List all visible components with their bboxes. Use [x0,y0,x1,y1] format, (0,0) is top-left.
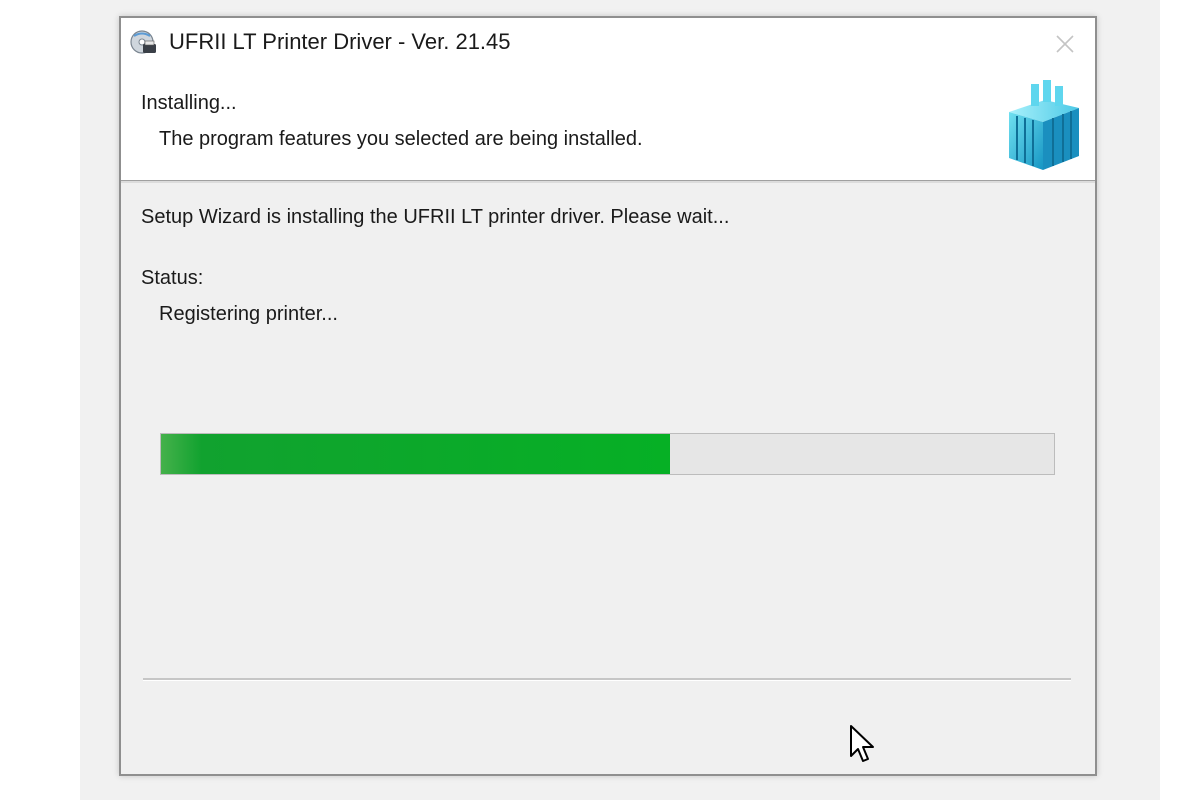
printer-cd-icon [128,27,158,57]
footer-separator [143,678,1071,681]
mouse-cursor-icon [848,724,876,766]
installer-dialog: UFRII LT Printer Driver - Ver. 21.45 Ins… [119,16,1097,776]
status-value: Registering printer... [159,303,338,325]
progress-bar [160,433,1055,475]
window-title: UFRII LT Printer Driver - Ver. 21.45 [169,29,511,54]
title-bar[interactable]: UFRII LT Printer Driver - Ver. 21.45 [121,18,1095,72]
close-button[interactable] [1049,28,1081,60]
header-title: Installing... [141,92,237,114]
header-subtitle: The program features you selected are be… [159,128,643,150]
close-icon [1056,35,1074,53]
install-message: Setup Wizard is installing the UFRII LT … [141,206,730,228]
wizard-header: Installing... The program features you s… [121,72,1095,181]
status-label: Status: [141,267,204,289]
progress-fill [161,434,670,474]
blue-cube-logo-icon [1001,78,1087,174]
header-separator [121,181,1095,183]
